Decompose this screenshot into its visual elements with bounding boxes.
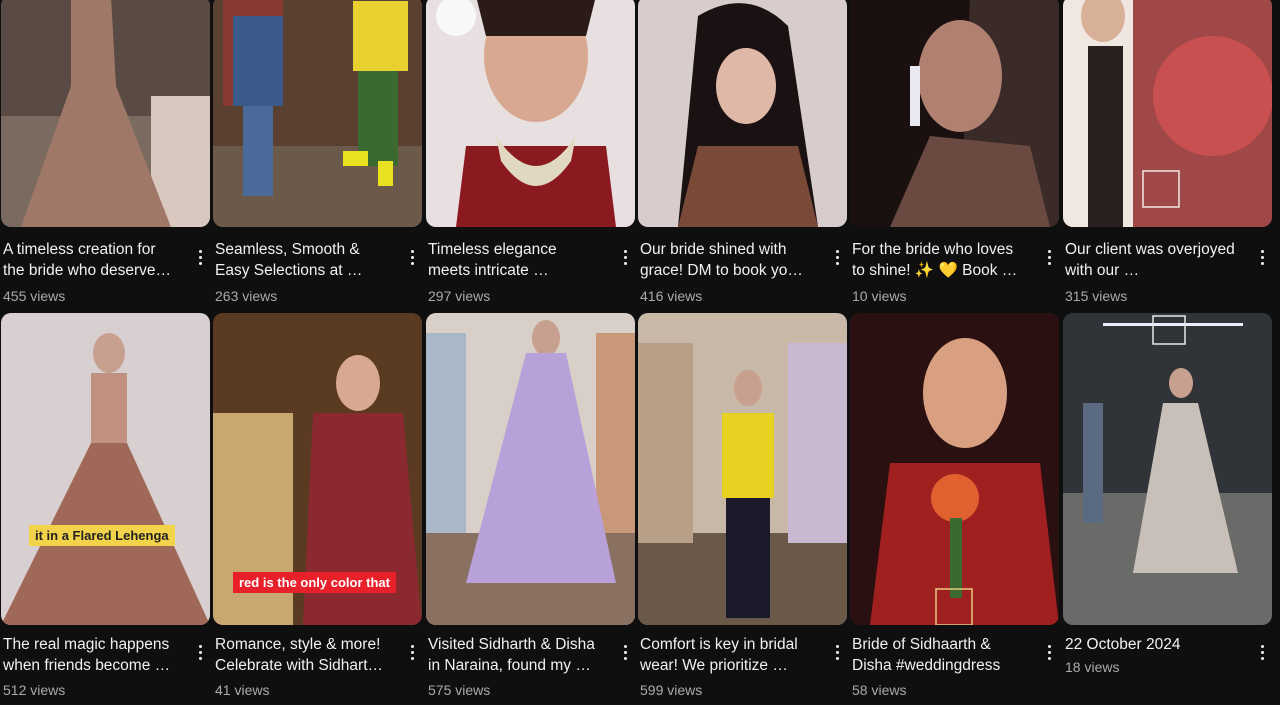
short-title[interactable]: Our client was overjoyed with our …	[1065, 239, 1237, 281]
thumbnail-image	[426, 0, 635, 227]
view-count: 416 views	[640, 288, 703, 304]
short-title[interactable]: Seamless, Smooth & Easy Selections at …	[215, 239, 387, 281]
more-options-icon[interactable]	[1041, 640, 1057, 664]
short-title[interactable]: Our bride shined with grace! DM to book …	[640, 239, 812, 281]
thumbnail[interactable]	[638, 0, 847, 227]
thumbnail[interactable]: red is the only color that	[213, 313, 422, 625]
more-options-icon[interactable]	[829, 245, 845, 269]
thumbnail-image	[426, 313, 635, 625]
thumbnail[interactable]	[1063, 313, 1272, 625]
short-title[interactable]: 22 October 2024	[1065, 634, 1237, 655]
more-options-icon[interactable]	[1254, 245, 1270, 269]
thumbnail[interactable]	[850, 313, 1059, 625]
shorts-grid: A timeless creation for the bride who de…	[0, 0, 1280, 705]
more-options-icon[interactable]	[617, 640, 633, 664]
thumbnail[interactable]	[850, 0, 1059, 227]
more-options-icon[interactable]	[617, 245, 633, 269]
thumbnail[interactable]	[213, 0, 422, 227]
thumbnail-image	[1, 0, 210, 227]
more-options-icon[interactable]	[192, 640, 208, 664]
short-title[interactable]: A timeless creation for the bride who de…	[3, 239, 175, 281]
short-title[interactable]: Bride of Sidhaarth & Disha #weddingdress	[852, 634, 1024, 676]
thumbnail[interactable]	[1, 0, 210, 227]
short-title[interactable]: Romance, style & more! Celebrate with Si…	[215, 634, 387, 676]
view-count: 455 views	[3, 288, 66, 304]
caption-overlay: it in a Flared Lehenga	[29, 525, 175, 546]
more-options-icon[interactable]	[1041, 245, 1057, 269]
thumbnail-image	[1063, 313, 1272, 625]
more-options-icon[interactable]	[404, 640, 420, 664]
thumbnail-image	[638, 0, 847, 227]
view-count: 512 views	[3, 682, 66, 698]
thumbnail[interactable]	[638, 313, 847, 625]
caption-overlay: red is the only color that	[233, 572, 396, 593]
thumbnail-image	[1, 313, 210, 625]
more-options-icon[interactable]	[1254, 640, 1270, 664]
more-options-icon[interactable]	[404, 245, 420, 269]
short-title[interactable]: Visited Sidharth & Disha in Naraina, fou…	[428, 634, 600, 676]
view-count: 18 views	[1065, 659, 1120, 675]
thumbnail[interactable]	[1063, 0, 1272, 227]
view-count: 315 views	[1065, 288, 1128, 304]
short-title[interactable]: For the bride who loves to shine! ✨ 💛 Bo…	[852, 239, 1024, 281]
view-count: 41 views	[215, 682, 270, 698]
short-title[interactable]: Comfort is key in bridal wear! We priori…	[640, 634, 812, 676]
thumbnail-image	[850, 0, 1059, 227]
thumbnail-image	[850, 313, 1059, 625]
view-count: 263 views	[215, 288, 278, 304]
view-count: 58 views	[852, 682, 907, 698]
view-count: 599 views	[640, 682, 703, 698]
short-title[interactable]: Timeless elegance meets intricate …	[428, 239, 600, 281]
thumbnail[interactable]	[426, 0, 635, 227]
short-title[interactable]: The real magic happens when friends beco…	[3, 634, 175, 676]
thumbnail[interactable]	[426, 313, 635, 625]
thumbnail-image	[638, 313, 847, 625]
more-options-icon[interactable]	[829, 640, 845, 664]
view-count: 575 views	[428, 682, 491, 698]
thumbnail-image	[213, 0, 422, 227]
more-options-icon[interactable]	[192, 245, 208, 269]
view-count: 297 views	[428, 288, 491, 304]
thumbnail[interactable]: it in a Flared Lehenga	[1, 313, 210, 625]
view-count: 10 views	[852, 288, 907, 304]
thumbnail-image	[1063, 0, 1272, 227]
